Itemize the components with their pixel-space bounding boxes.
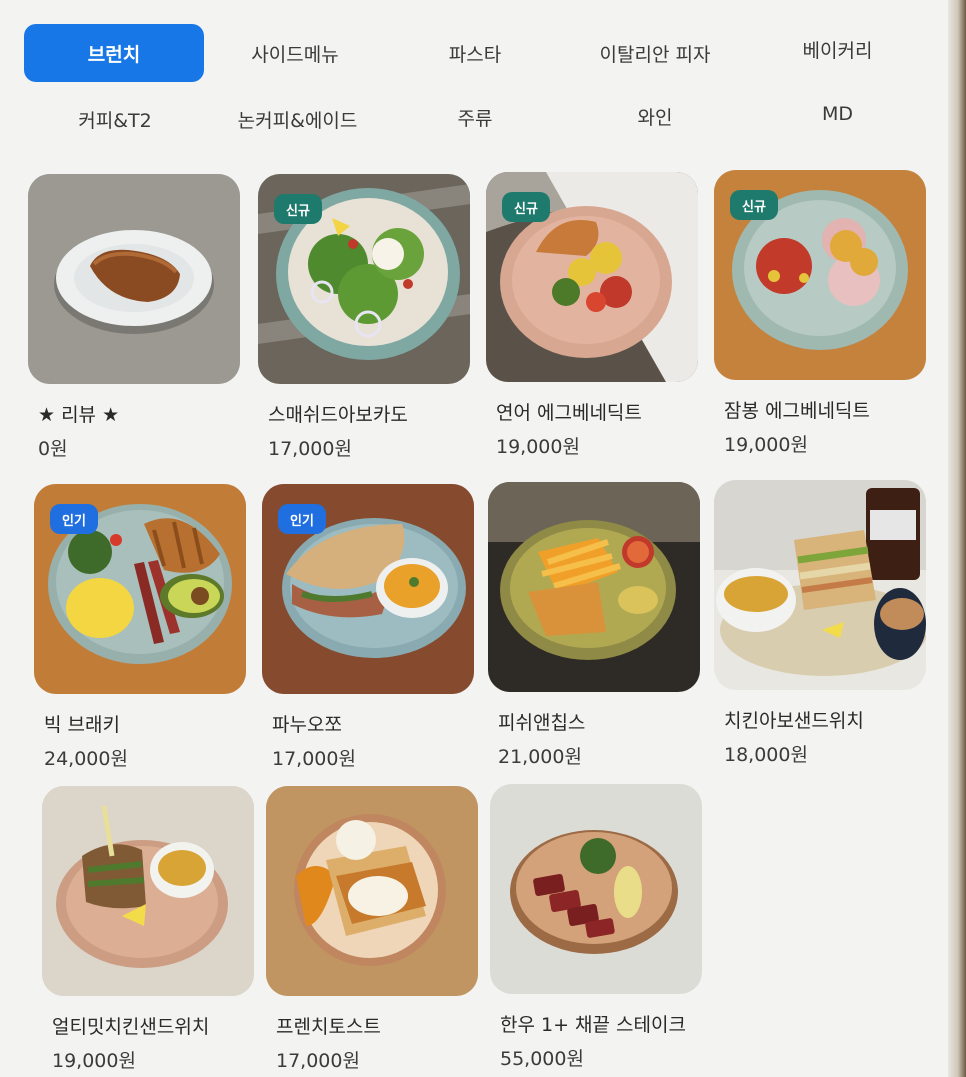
- menu-item-price: 19,000원: [724, 434, 808, 456]
- tab-coffee-t2[interactable]: 커피&T2: [40, 90, 190, 148]
- popular-badge: 인기: [50, 504, 98, 534]
- popular-badge: 인기: [278, 504, 326, 534]
- menu-item-price: 17,000원: [268, 438, 352, 460]
- menu-item-name: 잠봉 에그베네딕트: [724, 400, 870, 422]
- menu-item-smashed-avocado[interactable]: 신규 스매쉬드아보카도 17,000원: [258, 174, 470, 460]
- screen-edge: [948, 0, 966, 1077]
- menu-item-price: 24,000원: [44, 748, 128, 770]
- menu-item-name: 프렌치토스트: [276, 1016, 381, 1038]
- tab-non-coffee-ade[interactable]: 논커피&에이드: [215, 90, 380, 148]
- jambon-benedict-photo: 신규: [714, 170, 926, 380]
- tab-side-menu[interactable]: 사이드메뉴: [215, 24, 375, 82]
- menu-item-hanwoo-steak[interactable]: 한우 1+ 채끝 스테이크 55,000원: [490, 784, 702, 1070]
- menu-item-price: 21,000원: [498, 746, 582, 768]
- menu-item-price: 19,000원: [52, 1050, 136, 1072]
- menu-item-price: 17,000원: [276, 1050, 360, 1072]
- menu-item-price: 17,000원: [272, 748, 356, 770]
- menu-item-name: 치킨아보샌드위치: [724, 710, 864, 732]
- menu-item-salmon-benedict[interactable]: 신규 연어 에그베네딕트 19,000원: [486, 172, 698, 458]
- menu-item-name: 빅 브래키: [44, 714, 120, 736]
- menu-item-name: 피쉬앤칩스: [498, 712, 586, 734]
- chicken-avo-sandwich-photo: [714, 480, 926, 690]
- menu-item-name: 한우 1+ 채끝 스테이크: [500, 1014, 686, 1036]
- menu-item-french-toast[interactable]: 프렌치토스트 17,000원: [266, 786, 478, 1072]
- menu-item-fish-and-chips[interactable]: 피쉬앤칩스 21,000원: [488, 482, 700, 768]
- menu-item-chicken-avo-sandwich[interactable]: 치킨아보샌드위치 18,000원: [714, 480, 926, 766]
- avocado-salad-photo: 신규: [258, 174, 470, 384]
- menu-item-ultimate-chicken-sandwich[interactable]: 얼티밋치킨샌드위치 19,000원: [42, 786, 254, 1072]
- pound-cake-photo: [28, 174, 240, 384]
- menu-item-name: 스매쉬드아보카도: [268, 404, 408, 426]
- hanwoo-steak-photo: [490, 784, 702, 994]
- menu-item-big-breakfast[interactable]: 인기 빅 브래키 24,000원: [34, 484, 246, 770]
- tab-italian-pizza[interactable]: 이탈리안 피자: [575, 24, 735, 82]
- menu-item-price: 18,000원: [724, 744, 808, 766]
- french-toast-photo: [266, 786, 478, 996]
- menu-item-price: 19,000원: [496, 436, 580, 458]
- new-badge: 신규: [730, 190, 778, 220]
- menu-item-name: 연어 에그베네딕트: [496, 402, 642, 424]
- big-breakfast-photo: 인기: [34, 484, 246, 694]
- panuozzo-photo: 인기: [262, 484, 474, 694]
- new-badge: 신규: [274, 194, 322, 224]
- tab-pasta[interactable]: 파스타: [400, 24, 550, 82]
- new-badge: 신규: [502, 192, 550, 222]
- salmon-benedict-photo: 신규: [486, 172, 698, 382]
- category-tabs: 브런치 사이드메뉴 파스타 이탈리안 피자 베이커리 커피&T2 논커피&에이드…: [0, 0, 966, 160]
- tab-liquor[interactable]: 주류: [405, 88, 545, 146]
- menu-item-jambon-benedict[interactable]: 신규 잠봉 에그베네딕트 19,000원: [714, 170, 926, 456]
- tab-wine[interactable]: 와인: [585, 87, 725, 145]
- menu-item-name: 파누오쪼: [272, 714, 342, 736]
- tab-md[interactable]: MD: [770, 85, 905, 143]
- menu-item-name: ★ 리뷰 ★: [38, 404, 120, 426]
- fish-and-chips-photo: [488, 482, 700, 692]
- menu-item-panuozzo[interactable]: 인기 파누오쪼 17,000원: [262, 484, 474, 770]
- menu-item-price: 0원: [38, 438, 68, 460]
- menu-item-name: 얼티밋치킨샌드위치: [52, 1016, 210, 1038]
- tab-bakery[interactable]: 베이커리: [760, 20, 915, 78]
- ultimate-chicken-sandwich-photo: [42, 786, 254, 996]
- menu-item-review[interactable]: ★ 리뷰 ★ 0원: [28, 174, 240, 460]
- tab-brunch[interactable]: 브런치: [24, 24, 204, 82]
- menu-item-price: 55,000원: [500, 1048, 584, 1070]
